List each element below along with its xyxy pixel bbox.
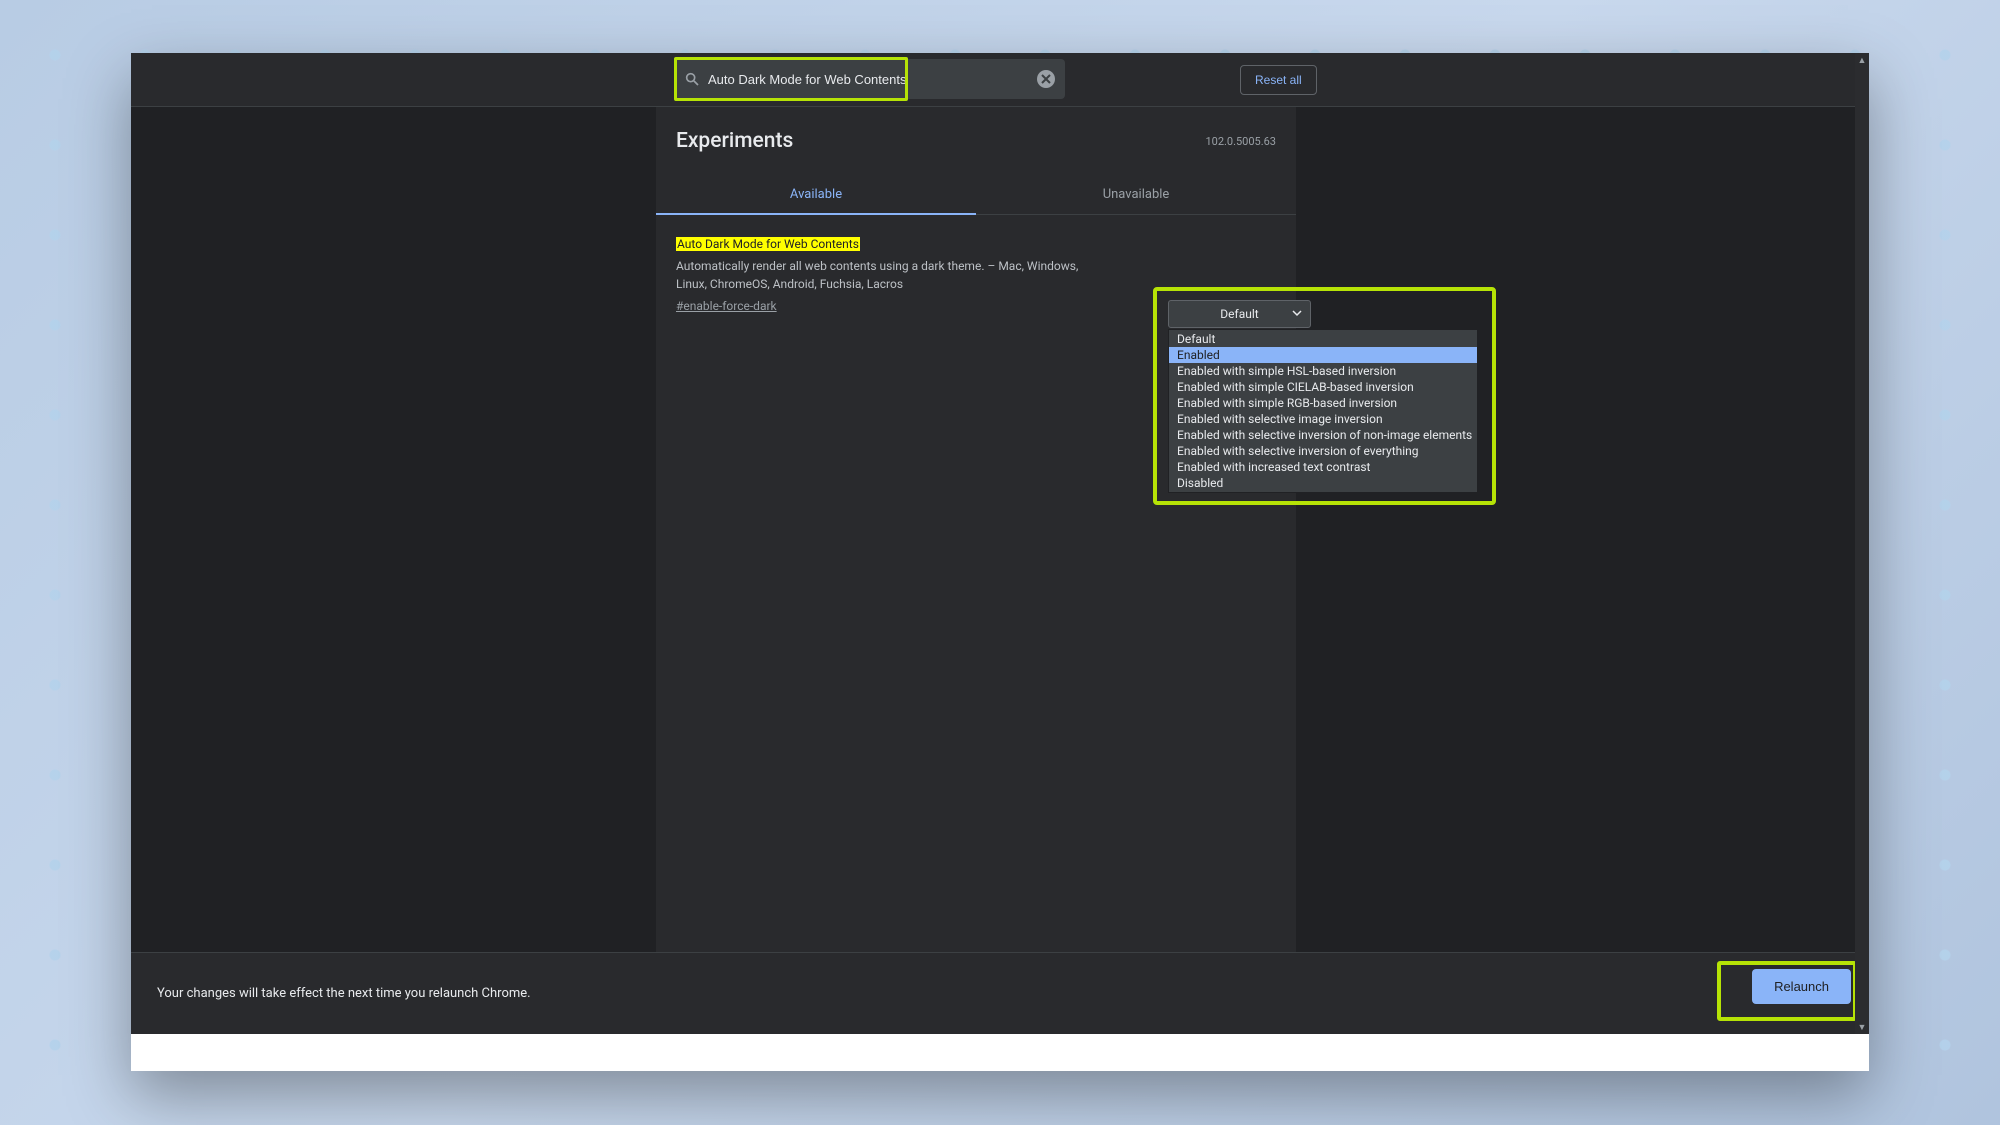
version-label: 102.0.5005.63 — [1205, 135, 1276, 148]
flag-option[interactable]: Enabled with selective image inversion — [1169, 411, 1477, 427]
content-column: Experiments 102.0.5005.63 Available Unav… — [656, 107, 1296, 1034]
tab-available[interactable]: Available — [656, 175, 976, 214]
tabs: Available Unavailable — [656, 175, 1296, 215]
scroll-down-icon[interactable]: ▼ — [1855, 1020, 1869, 1034]
flag-select-value: Default — [1220, 307, 1258, 321]
relaunch-wrap: Relaunch — [1752, 969, 1851, 1004]
clear-search-button[interactable] — [1037, 70, 1055, 88]
tab-unavailable[interactable]: Unavailable — [976, 175, 1296, 214]
reset-all-button[interactable]: Reset all — [1240, 65, 1317, 95]
flag-option[interactable]: Enabled with simple RGB-based inversion — [1169, 395, 1477, 411]
flag-option[interactable]: Enabled with increased text contrast — [1169, 459, 1477, 475]
flag-option[interactable]: Enabled with selective inversion of ever… — [1169, 443, 1477, 459]
flags-app: Reset all Experiments 102.0.5005.63 Avai… — [131, 53, 1869, 1034]
relaunch-message: Your changes will take effect the next t… — [157, 986, 531, 1001]
page-title: Experiments — [656, 107, 1296, 153]
flag-options-list[interactable]: DefaultEnabledEnabled with simple HSL-ba… — [1168, 329, 1478, 493]
search-input[interactable] — [708, 72, 1037, 87]
chevron-down-icon — [1292, 307, 1302, 321]
flag-option[interactable]: Enabled — [1169, 347, 1477, 363]
bottom-bar: Your changes will take effect the next t… — [131, 952, 1869, 1034]
flag-title: Auto Dark Mode for Web Contents — [676, 237, 860, 251]
browser-window: Reset all Experiments 102.0.5005.63 Avai… — [131, 53, 1869, 1071]
scroll-up-icon[interactable]: ▲ — [1855, 53, 1869, 67]
top-bar: Reset all — [131, 53, 1869, 107]
window-footer-blank — [131, 1034, 1869, 1071]
flag-option[interactable]: Disabled — [1169, 475, 1477, 491]
flag-option[interactable]: Enabled with selective inversion of non-… — [1169, 427, 1477, 443]
flag-anchor-link[interactable]: #enable-force-dark — [676, 297, 777, 315]
flag-option[interactable]: Default — [1169, 331, 1477, 347]
flag-select[interactable]: Default — [1168, 300, 1311, 328]
search-field-wrap[interactable] — [674, 59, 1065, 99]
search-icon — [684, 71, 700, 87]
flag-description: Automatically render all web contents us… — [676, 257, 1106, 293]
relaunch-button[interactable]: Relaunch — [1752, 969, 1851, 1004]
flag-option[interactable]: Enabled with simple CIELAB-based inversi… — [1169, 379, 1477, 395]
flag-option[interactable]: Enabled with simple HSL-based inversion — [1169, 363, 1477, 379]
vertical-scrollbar[interactable]: ▲ ▼ — [1855, 53, 1869, 1034]
